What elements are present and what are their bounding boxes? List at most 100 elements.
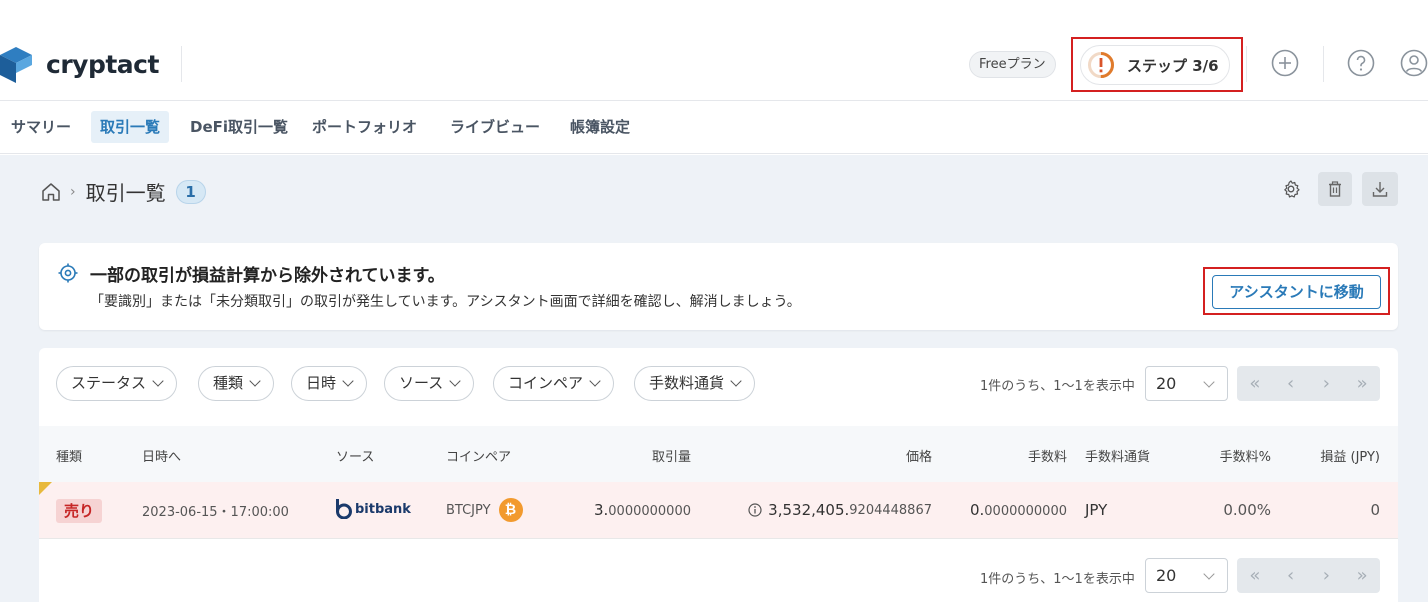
step-label: ステップ 3/6 (1127, 56, 1219, 75)
chevron-down-icon (152, 375, 164, 387)
column-header-source[interactable]: ソース (336, 446, 374, 465)
pnl-cell: 0 (1370, 501, 1380, 519)
chevron-down-icon (730, 375, 742, 387)
assist-highlight-box: アシスタントに移動 (1203, 267, 1390, 315)
page-size-value: 20 (1156, 566, 1177, 585)
filter-label: コインペア (508, 374, 584, 392)
amount-cell: 3.0000000000 (594, 501, 691, 519)
step-highlight-box: ステップ 3/6 (1071, 37, 1243, 92)
table-row[interactable]: 売り 2023-06-15・17:00:00 bitbank BTCJPY ₿ 3… (39, 482, 1398, 539)
alert-panel: 一部の取引が損益計算から除外されています。 「要識別」または「未分類取引」の取引… (39, 243, 1398, 330)
nav-item-portfolio[interactable]: ポートフォリオ (303, 111, 426, 143)
price-cell: 3,532,405. 9204448867 (748, 501, 932, 519)
breadcrumb-separator: › (70, 183, 76, 200)
table-header: 種類 日時へ ソース コインペア 取引量 価格 手数料 手数料通貨 手数料% 損… (39, 426, 1398, 482)
filter-source[interactable]: ソース (384, 366, 475, 401)
nav-item-defi-transactions[interactable]: DeFi取引一覧 (181, 111, 297, 143)
column-header-type[interactable]: 種類 (56, 446, 82, 465)
transactions-card: ステータス 種類 日時 ソース コインペア 手数料通貨 1件のうち、1〜1を表示… (39, 348, 1398, 602)
main-nav: サマリー 取引一覧 DeFi取引一覧 ポートフォリオ ライブビュー 帳簿設定 (0, 101, 1428, 154)
first-page-button[interactable]: « (1237, 366, 1273, 401)
logo[interactable]: cryptact (0, 45, 159, 83)
flag-marker (39, 482, 52, 495)
page-size-select[interactable]: 20 (1145, 366, 1228, 401)
home-icon[interactable] (40, 181, 62, 203)
nav-item-summary[interactable]: サマリー (2, 111, 80, 143)
chevron-down-icon (249, 375, 261, 387)
pagination-summary: 1件のうち、1〜1を表示中 (980, 379, 1135, 394)
target-icon (58, 263, 78, 283)
pagination-summary-bottom: 1件のうち、1〜1を表示中 (980, 572, 1135, 587)
column-header-pnl[interactable]: 損益 (JPY) (1320, 446, 1380, 465)
page-size-select-bottom[interactable]: 20 (1145, 558, 1228, 593)
column-header-fee-currency[interactable]: 手数料通貨 (1085, 446, 1150, 465)
first-page-button[interactable]: « (1237, 558, 1273, 593)
last-page-button[interactable]: » (1344, 366, 1380, 401)
prev-page-button[interactable]: ‹ (1273, 366, 1309, 401)
gear-icon (1284, 180, 1300, 198)
filter-type[interactable]: 種類 (198, 366, 275, 401)
filter-datetime[interactable]: 日時 (291, 366, 368, 401)
plus-circle-icon[interactable] (1271, 49, 1299, 77)
alert-description: 「要識別」または「未分類取引」の取引が発生しています。アシスタント画面で詳細を確… (90, 294, 801, 310)
filter-fee-currency[interactable]: 手数料通貨 (634, 366, 756, 401)
filter-coin-pair[interactable]: コインペア (493, 366, 615, 401)
column-header-fee[interactable]: 手数料 (1028, 446, 1067, 465)
page-size-value: 20 (1156, 374, 1177, 393)
step-progress-button[interactable]: ステップ 3/6 (1080, 45, 1230, 85)
download-button[interactable] (1362, 172, 1398, 206)
go-to-assistant-button[interactable]: アシスタントに移動 (1212, 275, 1381, 309)
source-cell: bitbank (335, 499, 411, 519)
filter-label: ソース (399, 374, 444, 392)
amount-int: 3. (593, 501, 609, 519)
pagination-controls-bottom: « ‹ › » (1237, 558, 1380, 593)
datetime-cell: 2023-06-15・17:00:00 (142, 505, 289, 520)
fee-dec: 0000000000 (984, 504, 1067, 519)
price-dec: 9204448867 (849, 502, 932, 518)
delete-button[interactable] (1318, 172, 1352, 206)
help-icon[interactable] (1347, 49, 1375, 77)
info-icon[interactable] (748, 503, 762, 517)
chevron-down-icon (589, 375, 601, 387)
user-icon[interactable] (1400, 49, 1428, 77)
last-page-button[interactable]: » (1344, 558, 1380, 593)
next-page-button[interactable]: › (1309, 558, 1345, 593)
trash-icon (1329, 181, 1341, 197)
chevron-down-icon (1203, 568, 1215, 580)
prev-page-button[interactable]: ‹ (1273, 558, 1309, 593)
column-header-price[interactable]: 価格 (906, 446, 932, 465)
plan-badge[interactable]: Freeプラン (969, 51, 1056, 78)
nav-item-transactions[interactable]: 取引一覧 (91, 111, 170, 143)
filter-status[interactable]: ステータス (56, 366, 178, 401)
bitbank-logo-icon (336, 499, 352, 519)
column-header-datetime[interactable]: 日時へ (142, 446, 181, 465)
page-title: 取引一覧 (85, 181, 166, 205)
column-header-coin-pair[interactable]: コインペア (446, 446, 511, 465)
header-divider (1323, 46, 1324, 82)
header-divider (181, 46, 182, 82)
app-header: cryptact Freeプラン ステップ 3/6 (0, 0, 1428, 101)
price-int: 3,532,405. (768, 501, 850, 519)
amount-dec: 0000000000 (608, 504, 691, 519)
fee-cell: 0.0000000000 (970, 501, 1067, 519)
settings-button[interactable] (1274, 172, 1308, 206)
breadcrumb: › 取引一覧 1 (40, 177, 206, 206)
filter-label: 日時 (306, 374, 337, 392)
main-content: › 取引一覧 1 一部の取引が損益計算から除外されています。 「要識別」または「… (0, 155, 1428, 602)
warning-ring-icon (1088, 52, 1114, 78)
column-header-amount[interactable]: 取引量 (652, 446, 691, 465)
header-divider (1246, 46, 1247, 82)
fee-int: 0. (969, 501, 985, 519)
type-badge: 売り (56, 499, 102, 523)
fee-percent-cell: 0.00% (1223, 501, 1271, 519)
download-icon (1372, 182, 1388, 197)
chevron-down-icon (342, 375, 354, 387)
fee-currency-cell: JPY (1085, 501, 1108, 519)
coin-pair-cell: BTCJPY ₿ (446, 498, 523, 522)
next-page-button[interactable]: › (1309, 366, 1345, 401)
filter-label: 種類 (213, 374, 244, 392)
nav-item-live-view[interactable]: ライブビュー (441, 111, 549, 143)
nav-item-ledger-settings[interactable]: 帳簿設定 (561, 111, 639, 143)
column-header-fee-percent[interactable]: 手数料% (1220, 446, 1271, 465)
bitcoin-icon: ₿ (498, 498, 523, 522)
